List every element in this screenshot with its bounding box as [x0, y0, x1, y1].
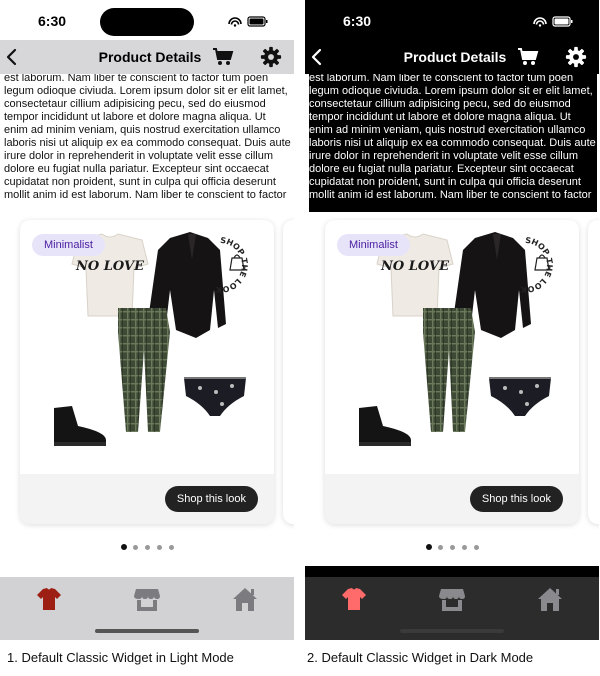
outfit-image: NO LOVE SHOP THE LOOK [359, 232, 554, 446]
gear-icon[interactable] [565, 46, 587, 68]
carousel-dot[interactable] [473, 545, 479, 550]
carousel-dot-active[interactable] [120, 544, 127, 550]
chevron-left-icon[interactable] [2, 45, 22, 69]
carousel-dot[interactable] [461, 545, 467, 550]
next-card-peek[interactable] [283, 220, 294, 524]
signal-wifi-battery-icons [228, 16, 268, 27]
description-paragraph: est laborum. Nam liber te conscient to f… [4, 74, 291, 201]
carousel-dot[interactable] [144, 545, 150, 550]
phone-light-mode: 6:30 Product Details est laborum. Nam li… [0, 0, 294, 640]
status-time: 6:30 [38, 13, 67, 29]
gear-icon[interactable] [260, 46, 282, 68]
cart-icon[interactable] [212, 47, 234, 67]
home-indicator [95, 629, 199, 633]
nav-bar: Product Details [0, 40, 294, 74]
status-bar: 6:30 [305, 0, 599, 40]
carousel-dot[interactable] [156, 545, 162, 550]
chevron-left-icon[interactable] [307, 45, 327, 69]
outfit-image: NO LOVE SHOP THE LOOK [54, 232, 249, 446]
status-bar: 6:30 [0, 0, 294, 40]
caption-light: 1. Default Classic Widget in Light Mode [7, 650, 234, 665]
status-time: 6:30 [343, 13, 372, 29]
tab-bar [305, 577, 599, 640]
tee-print-text: NO LOVE [380, 259, 450, 274]
store-icon[interactable] [437, 585, 467, 613]
style-badge: Minimalist [32, 234, 105, 256]
carousel-dot[interactable] [437, 545, 443, 550]
carousel-dot-active[interactable] [425, 544, 432, 550]
carousel-dot[interactable] [449, 545, 455, 550]
carousel-dots [305, 544, 599, 552]
shop-this-look-button[interactable]: Shop this look [164, 486, 258, 512]
store-icon[interactable] [132, 585, 162, 613]
description-text: est laborum. Nam liber te conscient to f… [309, 74, 597, 212]
home-indicator [400, 629, 504, 633]
description-paragraph: est laborum. Nam liber te conscient to f… [309, 74, 596, 201]
bottom-divider [305, 566, 599, 577]
tee-print-text: NO LOVE [75, 259, 145, 274]
style-badge: Minimalist [337, 234, 410, 256]
shirt-icon[interactable] [34, 585, 64, 613]
home-icon[interactable] [535, 585, 565, 613]
phone-dark-mode: 6:30 Product Details est laborum. Nam li… [305, 0, 599, 640]
next-card-peek[interactable] [588, 220, 599, 524]
shop-this-look-button[interactable]: Shop this look [469, 486, 563, 512]
tab-bar [0, 577, 294, 640]
nav-bar: Product Details [305, 40, 599, 74]
dynamic-island [100, 8, 194, 36]
card-footer: Shop this look [20, 474, 274, 524]
shop-the-look-card[interactable]: NO LOVE SHOP THE LOOK Minimalist Shop th… [20, 220, 274, 524]
card-footer: Shop this look [325, 474, 579, 524]
description-text: est laborum. Nam liber te conscient to f… [4, 74, 292, 212]
shop-the-look-card[interactable]: NO LOVE SHOP THE LOOK Minimalist Shop th… [325, 220, 579, 524]
carousel-dot[interactable] [132, 545, 138, 550]
shirt-icon[interactable] [339, 585, 369, 613]
cart-icon[interactable] [517, 47, 539, 67]
home-icon[interactable] [230, 585, 260, 613]
caption-dark: 2. Default Classic Widget in Dark Mode [307, 650, 534, 665]
signal-wifi-battery-icons [533, 16, 573, 27]
carousel-dots [0, 544, 294, 552]
carousel-dot[interactable] [168, 545, 174, 550]
